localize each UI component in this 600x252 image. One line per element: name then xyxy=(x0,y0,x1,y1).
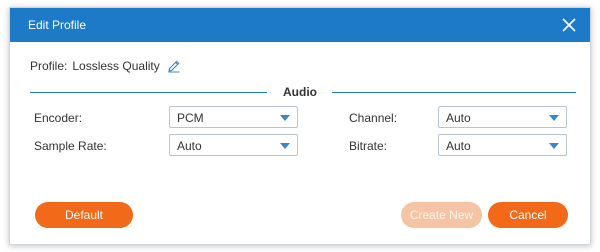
edit-profile-dialog: Edit Profile Profile: Lossless Quality A… xyxy=(9,7,591,245)
sample-rate-select[interactable]: Auto xyxy=(169,134,298,156)
chevron-down-icon xyxy=(549,143,559,149)
section-divider-right xyxy=(332,92,576,93)
pencil-icon[interactable] xyxy=(167,59,181,73)
profile-name: Lossless Quality xyxy=(72,59,160,73)
default-button[interactable]: Default xyxy=(35,202,133,228)
chevron-down-icon xyxy=(549,115,559,121)
bitrate-select[interactable]: Auto xyxy=(438,134,567,156)
bitrate-label: Bitrate: xyxy=(349,139,388,153)
create-new-button[interactable]: Create New xyxy=(401,202,482,228)
sample-rate-value: Auto xyxy=(177,139,202,153)
profile-row: Profile: Lossless Quality xyxy=(30,57,181,75)
channel-select[interactable]: Auto xyxy=(438,106,567,128)
close-icon[interactable] xyxy=(560,16,578,34)
bitrate-value: Auto xyxy=(446,139,471,153)
encoder-label: Encoder: xyxy=(34,111,83,125)
sample-rate-label: Sample Rate: xyxy=(34,139,107,153)
channel-label: Channel: xyxy=(349,111,398,125)
dialog-titlebar: Edit Profile xyxy=(10,8,590,42)
profile-label: Profile: xyxy=(30,59,68,73)
section-title-audio: Audio xyxy=(283,85,317,99)
channel-value: Auto xyxy=(446,111,471,125)
section-divider-left xyxy=(30,92,267,93)
encoder-select[interactable]: PCM xyxy=(169,106,298,128)
chevron-down-icon xyxy=(280,143,290,149)
dialog-title: Edit Profile xyxy=(28,18,87,32)
encoder-value: PCM xyxy=(177,111,204,125)
cancel-button[interactable]: Cancel xyxy=(488,202,568,228)
chevron-down-icon xyxy=(280,115,290,121)
